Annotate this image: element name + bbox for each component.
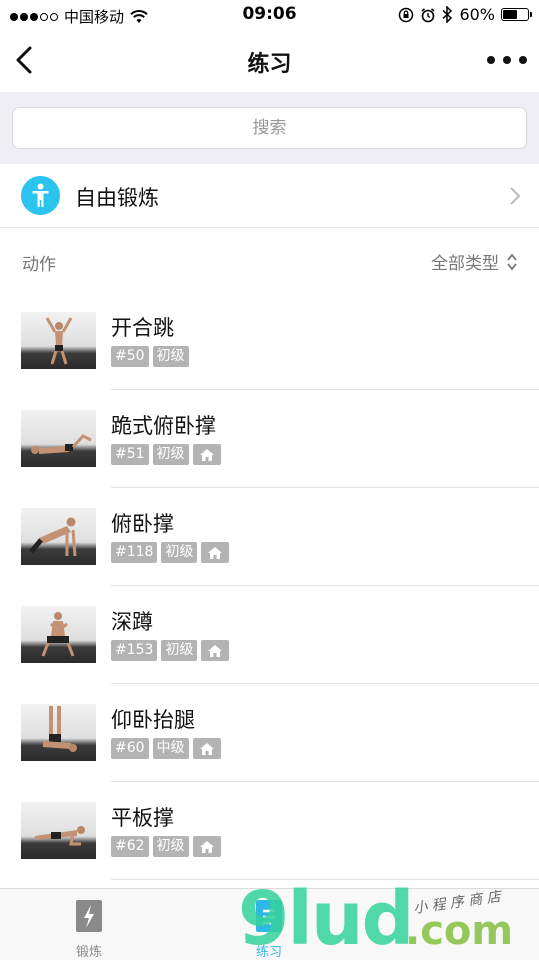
battery-icon [501,8,532,21]
list-item[interactable]: 仰卧抬腿 #60 中级 [0,684,539,782]
number-tag: #50 [111,346,149,367]
exercise-tags: #153 初级 [111,640,230,661]
exercise-tags: #118 初级 [111,542,230,563]
exercise-thumbnail [21,606,96,663]
level-tag: 初级 [161,542,198,563]
battery-percent: 60% [459,5,495,24]
more-dots-icon[interactable] [487,50,527,70]
section-label: 动作 [22,255,56,275]
section-header: 动作 全部类型 [0,228,539,292]
exercise-name: 开合跳 [111,316,174,340]
person-icon [21,176,60,215]
list-item[interactable]: 深蹲 #153 初级 [0,586,539,684]
search-input[interactable]: 搜索 [12,107,527,149]
number-tag: #60 [111,738,149,759]
rotation-lock-icon [399,7,414,22]
number-tag: #62 [111,836,149,857]
level-tag: 初级 [152,444,189,465]
tab-workout-label: 锻炼 [75,945,102,960]
exercise-thumbnail [21,410,96,467]
tab-bar: 锻炼 练习 [0,888,539,960]
nav-bar: 练习 [0,30,539,92]
home-icon [201,542,230,563]
alarm-icon [421,7,435,22]
exercise-list: 开合跳 #50 初级 跪式俯卧撑 #51 初级 俯卧撑 #118 初级 深蹲 #… [0,292,539,880]
list-item[interactable]: 跪式俯卧撑 #51 初级 [0,390,539,488]
search-bar: 搜索 [0,92,539,164]
exercise-name: 跪式俯卧撑 [111,414,216,438]
level-tag: 初级 [161,640,198,661]
exercise-tags: #60 中级 [111,738,221,759]
list-item[interactable]: 平板撑 #62 初级 [0,782,539,880]
exercise-thumbnail [21,704,96,761]
home-icon [192,738,221,759]
type-filter[interactable]: 全部类型 [431,249,517,274]
exercise-tags: #62 初级 [111,836,221,857]
lightning-notebook-icon [76,900,102,932]
free-workout-row[interactable]: 自由锻炼 [0,164,539,228]
exercise-name: 深蹲 [111,610,153,634]
type-filter-label: 全部类型 [431,254,499,274]
number-tag: #118 [111,542,158,563]
free-workout-label: 自由锻炼 [75,186,159,210]
number-tag: #51 [111,444,149,465]
exercise-tags: #51 初级 [111,444,221,465]
exercise-thumbnail [21,508,96,565]
list-item[interactable]: 开合跳 #50 初级 [0,292,539,390]
home-icon [192,836,221,857]
level-tag: 中级 [152,738,189,759]
chevron-right-icon [510,187,521,205]
home-icon [201,640,230,661]
tab-practice-label: 练习 [255,945,282,960]
page-title: 练习 [247,52,292,77]
home-icon [192,444,221,465]
bluetooth-icon [442,6,453,23]
exercise-thumbnail [21,312,96,369]
exercise-name: 俯卧撑 [111,512,174,536]
tab-practice[interactable]: 练习 [229,889,309,960]
list-item[interactable]: 俯卧撑 #118 初级 [0,488,539,586]
exercise-tags: #50 初级 [111,346,189,367]
level-tag: 初级 [152,346,189,367]
exercise-name: 仰卧抬腿 [111,708,195,732]
exercise-thumbnail [21,802,96,859]
level-tag: 初级 [152,836,189,857]
number-tag: #153 [111,640,158,661]
status-right: 60% [398,5,532,24]
status-bar: 中国移动 09:06 60% [0,0,539,30]
exercise-name: 平板撑 [111,806,174,830]
practice-icon [256,900,282,932]
tab-workout[interactable]: 锻炼 [49,889,129,960]
sort-arrows-icon [507,253,517,270]
